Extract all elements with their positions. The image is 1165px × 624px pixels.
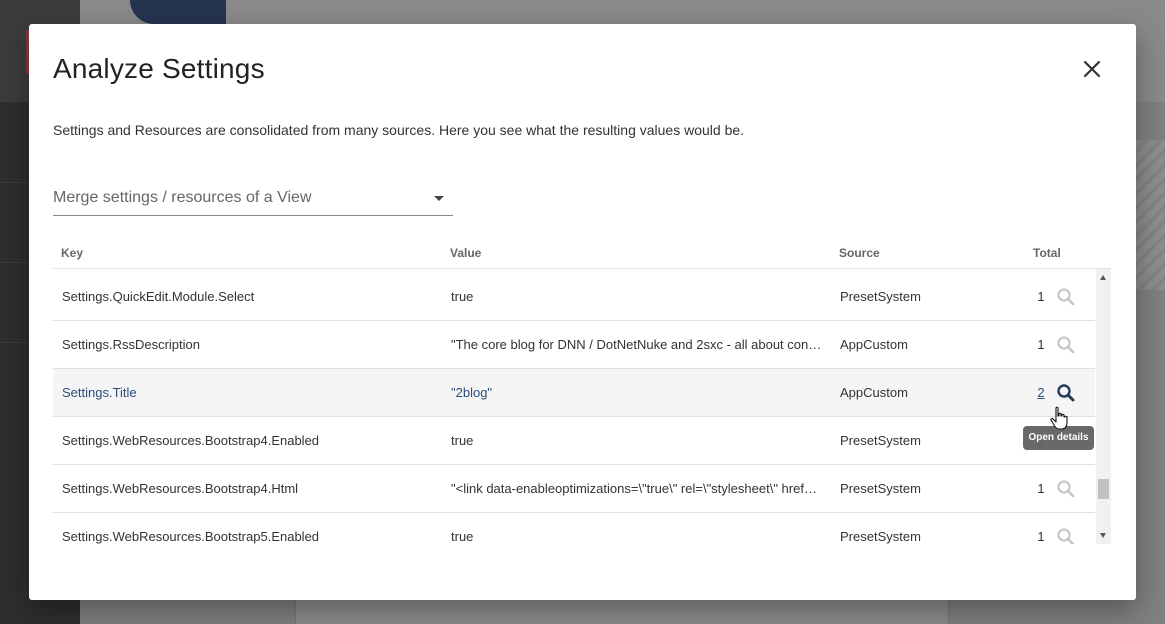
dialog-title: Analyze Settings <box>53 53 265 84</box>
column-header-value[interactable]: Value <box>450 246 481 260</box>
merge-view-select[interactable]: Merge settings / resources of a View <box>53 184 453 216</box>
scrollbar-thumb[interactable] <box>1098 479 1109 499</box>
table-scrollbar[interactable] <box>1096 269 1111 544</box>
row-total[interactable]: 1 <box>1034 321 1048 368</box>
table-body: Settings.QuickEdit.Module.Select true Pr… <box>53 269 1095 544</box>
row-key: Settings.QuickEdit.Module.Select <box>62 289 255 304</box>
row-source: AppCustom <box>840 385 908 400</box>
merge-view-select-placeholder: Merge settings / resources of a View <box>53 189 312 206</box>
row-value: "2blog" <box>451 385 493 400</box>
row-key: Settings.WebResources.Bootstrap5.Enabled <box>62 529 320 544</box>
dialog-description: Settings and Resources are consolidated … <box>53 122 745 138</box>
search-icon <box>1057 528 1075 544</box>
row-key: Settings.Title <box>62 385 137 400</box>
row-total[interactable]: 1 <box>1034 273 1048 320</box>
search-icon <box>1057 336 1075 354</box>
open-details-button[interactable] <box>1056 527 1076 544</box>
search-icon <box>1057 384 1075 402</box>
scroll-down-arrow-icon[interactable] <box>1100 533 1106 538</box>
row-value: true <box>451 529 474 544</box>
open-details-button[interactable] <box>1056 287 1076 307</box>
row-total[interactable]: 1 <box>1034 465 1048 512</box>
row-source: PresetSystem <box>840 433 921 448</box>
open-details-button[interactable] <box>1056 335 1076 355</box>
column-header-total[interactable]: Total <box>1033 246 1061 260</box>
row-value: "The core blog for DNN / DotNetNuke and … <box>451 337 823 352</box>
row-total[interactable]: 1 <box>1034 513 1048 544</box>
table-row[interactable]: Settings.WebResources.Bootstrap4.Enabled… <box>53 417 1095 465</box>
table-header: Key Value Source Total <box>53 230 1111 269</box>
chevron-down-icon <box>434 196 444 201</box>
search-icon <box>1057 480 1075 498</box>
row-value: true <box>451 433 474 448</box>
background-pattern <box>1136 140 1165 290</box>
column-header-key[interactable]: Key <box>61 246 83 260</box>
row-total-link[interactable]: 2 <box>1034 369 1048 416</box>
table-row-hovered[interactable]: Settings.Title "2blog" AppCustom 2 <box>53 369 1095 417</box>
column-header-source[interactable]: Source <box>839 246 880 260</box>
row-value: true <box>451 289 474 304</box>
close-button[interactable] <box>1077 54 1107 84</box>
row-key: Settings.RssDescription <box>62 337 200 352</box>
search-icon <box>1057 288 1075 306</box>
table-row[interactable]: Settings.WebResources.Bootstrap5.Enabled… <box>53 513 1095 544</box>
row-key: Settings.WebResources.Bootstrap4.Enabled <box>62 433 320 448</box>
open-details-button[interactable] <box>1056 479 1076 499</box>
row-key: Settings.WebResources.Bootstrap4.Html <box>62 481 299 496</box>
row-value: "<link data-enableoptimizations=\"true\"… <box>451 481 817 496</box>
table-row[interactable]: Settings.WebResources.Bootstrap4.Html "<… <box>53 465 1095 513</box>
row-source: PresetSystem <box>840 529 921 544</box>
close-icon <box>1083 60 1101 78</box>
row-source: PresetSystem <box>840 289 921 304</box>
table-row[interactable]: Settings.QuickEdit.Module.Select true Pr… <box>53 273 1095 321</box>
scroll-up-arrow-icon[interactable] <box>1100 275 1106 280</box>
row-source: PresetSystem <box>840 481 921 496</box>
background-logo <box>130 0 226 24</box>
analyze-settings-dialog: Analyze Settings Settings and Resources … <box>29 24 1136 600</box>
table-row[interactable]: Settings.RssDescription "The core blog f… <box>53 321 1095 369</box>
settings-table: Key Value Source Total Settings.QuickEdi… <box>53 230 1111 544</box>
row-source: AppCustom <box>840 337 908 352</box>
open-details-button[interactable] <box>1056 383 1076 403</box>
open-details-tooltip: Open details <box>1023 426 1094 450</box>
